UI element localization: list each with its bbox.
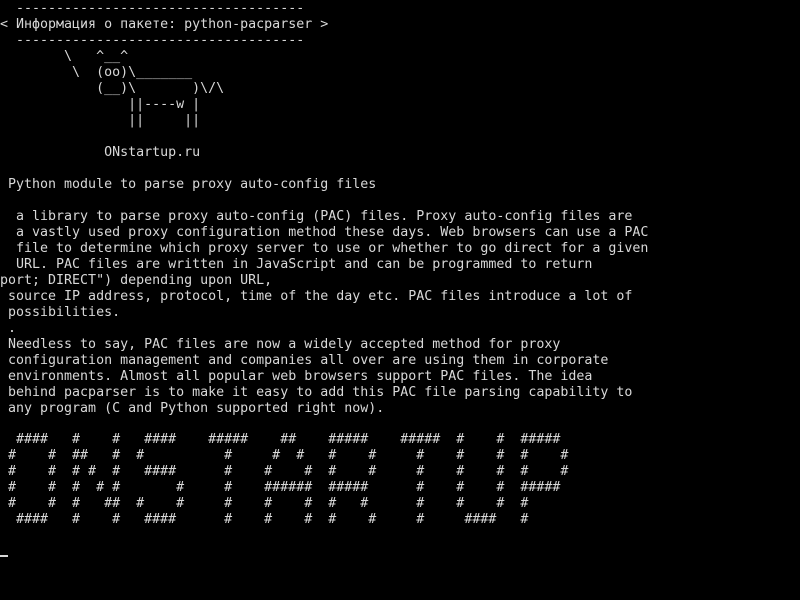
description-line: . [0, 321, 17, 336]
description-line: a library to parse proxy auto-config (PA… [0, 209, 633, 224]
cow-art-line: || || [0, 113, 201, 128]
package-summary: Python module to parse proxy auto-config… [0, 177, 377, 192]
description-line: behind pacparser is to make it easy to a… [0, 385, 633, 400]
banner-art-line: # # # # # #### # # # # # # # # # # [0, 464, 569, 479]
banner-art-line: # # # # # # # ###### ##### # # # ##### [0, 480, 561, 495]
description-line: URL. PAC files are written in JavaScript… [0, 257, 593, 272]
banner-art-line: # # # ## # # # # # # # # # # # [0, 496, 529, 511]
banner-art-line: #### # # #### # # # # # # #### # [0, 512, 529, 527]
banner-border-top: ------------------------------------ [0, 1, 305, 16]
cow-art-line: (__)\ )\/\ [0, 81, 225, 96]
banner-art-line: #### # # #### ##### ## ##### ##### # # #… [0, 432, 561, 447]
terminal-screen[interactable]: ------------------------------------ < И… [0, 0, 800, 600]
cow-art-line: \ (oo)\_______ [0, 65, 193, 80]
site-name: ONstartup.ru [0, 145, 201, 160]
cow-art-line: ||----w | [0, 97, 201, 112]
description-line: a vastly used proxy configuration method… [0, 225, 649, 240]
description-line: file to determine which proxy server to … [0, 241, 649, 256]
description-line: any program (C and Python supported righ… [0, 401, 385, 416]
banner-art-line: # # ## # # # # # # # # # # # # [0, 448, 569, 463]
description-line: port; DIRECT") depending upon URL, [0, 273, 273, 288]
banner-title: < Информация о пакете: python-pacparser … [0, 17, 329, 32]
description-line: Needless to say, PAC files are now a wid… [0, 337, 561, 352]
text-cursor [0, 555, 8, 557]
description-line: source IP address, protocol, time of the… [0, 289, 633, 304]
description-line: environments. Almost all popular web bro… [0, 369, 593, 384]
description-line: configuration management and companies a… [0, 353, 609, 368]
description-line: possibilities. [0, 305, 121, 320]
cow-art-line: \ ^__^ [0, 49, 129, 64]
banner-border-bottom: ------------------------------------ [0, 33, 305, 48]
